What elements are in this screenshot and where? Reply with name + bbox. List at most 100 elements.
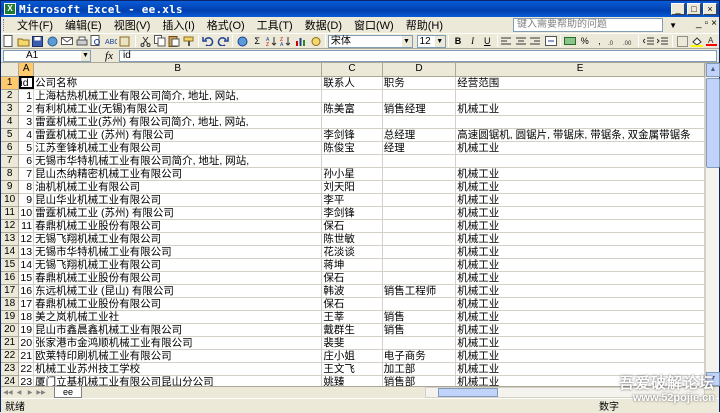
cell-e[interactable]: 机械工业 [455, 349, 705, 363]
percent-button[interactable]: % [578, 35, 591, 48]
chart-wizard-icon[interactable] [295, 35, 308, 48]
email-icon[interactable] [61, 35, 74, 48]
cell-a[interactable]: 10 [18, 206, 35, 220]
font-color-icon[interactable]: A [705, 35, 718, 48]
cell-e[interactable]: 机械工业 [455, 102, 705, 116]
autosum-icon[interactable]: Σ [251, 35, 264, 48]
row-header[interactable]: 10 [1, 193, 20, 207]
format-painter-icon[interactable] [183, 35, 196, 48]
decrease-decimal-icon[interactable]: .00 [622, 35, 635, 48]
cell-a[interactable]: 18 [18, 310, 35, 324]
vertical-scrollbar[interactable]: ▲ ▼ [705, 63, 720, 386]
cell-d[interactable] [382, 180, 457, 194]
cell-c[interactable]: 保石 [321, 219, 383, 233]
cell-c[interactable]: 韩波 [321, 284, 383, 298]
cell-b[interactable]: 无锡市华特机械工业有限公司 [33, 245, 323, 259]
cell-e[interactable]: 机械工业 [455, 336, 705, 350]
paste-icon[interactable] [168, 35, 181, 48]
sort-descending-icon[interactable]: ZA [280, 35, 293, 48]
cell-a[interactable]: 15 [18, 271, 35, 285]
cell-c[interactable]: 庄小姐 [321, 349, 383, 363]
cell-a[interactable]: 21 [18, 349, 35, 363]
currency-icon[interactable] [564, 35, 577, 48]
cell-e[interactable]: 机械工业 [455, 193, 705, 207]
new-icon[interactable] [2, 35, 15, 48]
cell-a[interactable]: 11 [18, 219, 35, 233]
cell-a[interactable]: 16 [18, 284, 35, 298]
align-right-icon[interactable] [530, 35, 543, 48]
cell-c[interactable]: 孙小星 [321, 167, 383, 181]
cell-c[interactable]: 蒋坤 [321, 258, 383, 272]
cell-c[interactable]: 李剑锋 [321, 128, 383, 142]
align-left-icon[interactable] [501, 35, 514, 48]
decrease-indent-icon[interactable] [642, 35, 655, 48]
cell-a[interactable]: 20 [18, 336, 35, 350]
cell-b[interactable]: 无锡飞翔机械工业有限公司 [33, 258, 323, 272]
hyperlink-icon[interactable] [236, 35, 249, 48]
cell-d[interactable] [382, 258, 457, 272]
italic-button[interactable]: I [466, 35, 479, 48]
cell-a[interactable]: 17 [18, 297, 35, 311]
help-dropdown-icon[interactable]: ▼ [669, 21, 677, 30]
cell-b[interactable]: 春鼎机械工业股份有限公司 [33, 297, 323, 311]
cell-b[interactable]: 昆山杰纳精密机械工业有限公司 [33, 167, 323, 181]
cell-c[interactable]: 姚臻 [321, 375, 383, 386]
cell-e[interactable]: 机械工业 [455, 232, 705, 246]
cell-d[interactable] [382, 193, 457, 207]
minimize-button[interactable]: _ [671, 3, 685, 15]
cell-b[interactable]: 欧莱特印刷机械工业有限公司 [33, 349, 323, 363]
cell-b[interactable]: 雷霆机械工业 (苏州) 有限公司 [33, 128, 323, 142]
row-header[interactable]: 18 [1, 297, 20, 311]
cell-a[interactable]: 19 [18, 323, 35, 337]
menu-help[interactable]: 帮助(H) [400, 17, 449, 33]
cell-c[interactable]: 陈世敏 [321, 232, 383, 246]
row-header[interactable]: 12 [1, 219, 20, 233]
menu-data[interactable]: 数据(D) [299, 17, 348, 33]
name-box-dropdown-icon[interactable]: ▼ [81, 50, 90, 61]
cell-e[interactable] [455, 89, 705, 103]
menu-file[interactable]: 文件(F) [11, 17, 59, 33]
row-header[interactable]: 24 [1, 375, 20, 386]
cell-d[interactable] [382, 206, 457, 220]
spelling-icon[interactable]: ABC [105, 35, 118, 48]
menu-format[interactable]: 格式(O) [201, 17, 251, 33]
scroll-up-icon[interactable]: ▲ [706, 63, 720, 77]
doc-close-button[interactable]: × [711, 18, 717, 29]
redo-icon[interactable] [217, 35, 230, 48]
cell-c[interactable]: 花淡谈 [321, 245, 383, 259]
cell-a[interactable]: 8 [18, 180, 35, 194]
cell-d[interactable]: 销售经理 [382, 102, 457, 116]
row-header[interactable]: 23 [1, 362, 20, 376]
align-center-icon[interactable] [515, 35, 528, 48]
menu-edit[interactable]: 编辑(E) [59, 17, 108, 33]
cell-a[interactable]: 5 [18, 141, 35, 155]
cell-a[interactable]: 2 [18, 102, 35, 116]
cell-d[interactable]: 经理 [382, 141, 457, 155]
column-header-e[interactable]: E [455, 63, 705, 77]
row-header[interactable]: 2 [1, 89, 20, 103]
cell-e[interactable]: 机械工业 [455, 323, 705, 337]
vertical-scroll-thumb[interactable] [706, 78, 720, 168]
cell-e[interactable]: 机械工业 [455, 206, 705, 220]
cell-c[interactable] [321, 115, 383, 129]
menu-tools[interactable]: 工具(T) [251, 17, 299, 33]
cell-c[interactable]: 陈俊宝 [321, 141, 383, 155]
font-size-dropdown-icon[interactable]: ▼ [434, 35, 445, 47]
horizontal-scroll-thumb[interactable] [438, 388, 498, 397]
row-header[interactable]: 13 [1, 232, 20, 246]
cell-a[interactable]: 6 [18, 154, 35, 168]
column-header-c[interactable]: C [321, 63, 383, 77]
row-header[interactable]: 7 [1, 154, 20, 168]
cell-b[interactable]: 无锡飞翔机械工业有限公司 [33, 232, 323, 246]
cell-c[interactable]: 戴群生 [321, 323, 383, 337]
cell-b[interactable]: 厦门立基机械工业有限公司昆山分公司 [33, 375, 323, 386]
maximize-button[interactable]: □ [687, 3, 701, 15]
cell-d[interactable] [382, 115, 457, 129]
font-name-dropdown-icon[interactable]: ▼ [401, 35, 412, 47]
cell-e[interactable]: 机械工业 [455, 141, 705, 155]
cell-b[interactable]: 雷霆机械工业 (苏州) 有限公司 [33, 206, 323, 220]
permission-icon[interactable] [46, 35, 59, 48]
font-name-select[interactable]: 宋体 ▼ [327, 34, 413, 48]
select-all-corner[interactable] [1, 63, 20, 77]
cell-b[interactable]: 公司名称 [33, 76, 323, 90]
